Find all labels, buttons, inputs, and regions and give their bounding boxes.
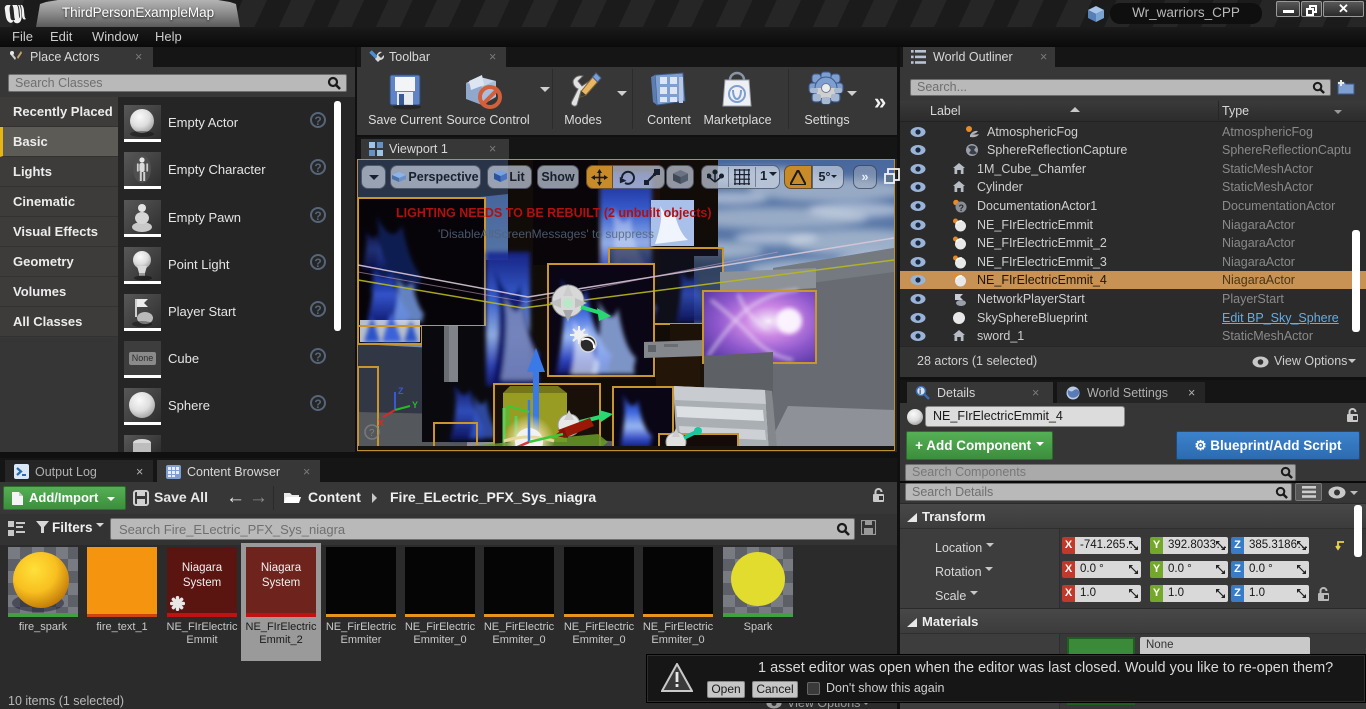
svg-text:i: i	[919, 387, 921, 396]
svg-text:Y: Y	[412, 400, 418, 410]
svg-text:X: X	[378, 418, 384, 428]
svg-text:Z: Z	[398, 386, 404, 396]
svg-text:'DisableAllScreenMessages' to: 'DisableAllScreenMessages' to suppress	[438, 227, 654, 241]
svg-text:?: ?	[959, 203, 965, 213]
svg-text:?: ?	[369, 428, 375, 439]
svg-text:LIGHTING NEEDS TO BE REBUILT (: LIGHTING NEEDS TO BE REBUILT (2 unbuilt …	[396, 206, 712, 220]
